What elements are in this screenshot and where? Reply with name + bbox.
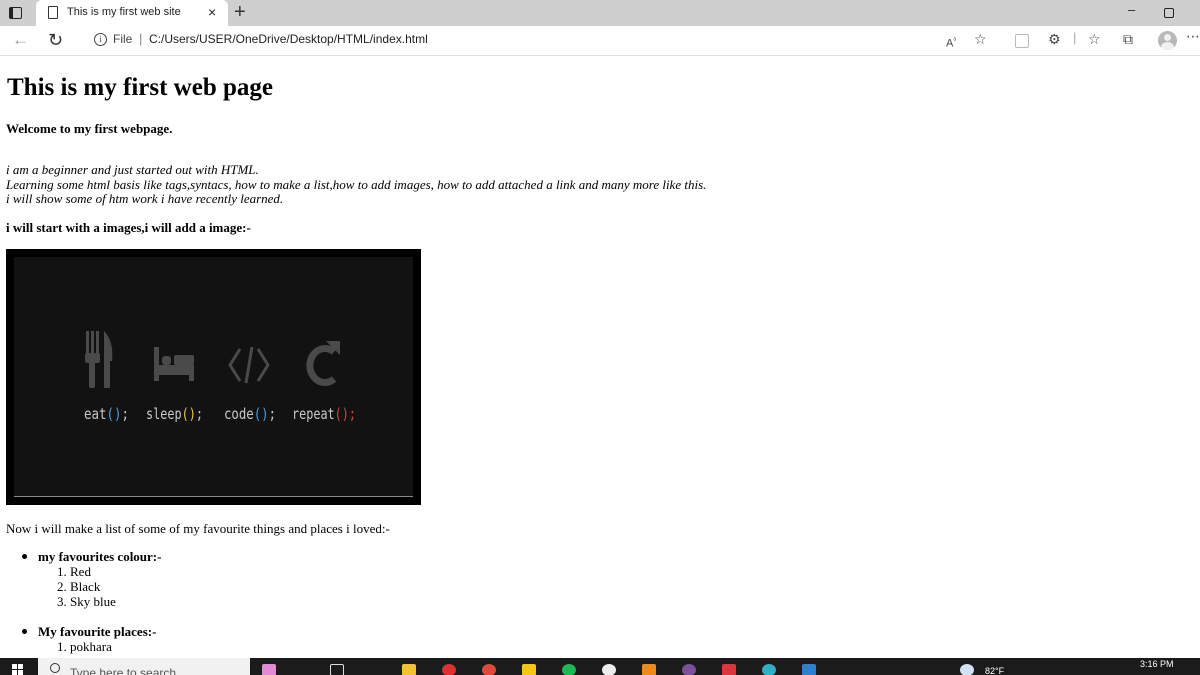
image-heading: i will start with a images,i will add a … [6,220,251,235]
plus-icon[interactable]: + [234,1,246,23]
word-eat: eat [84,405,107,423]
url-text[interactable]: C:/Users/USER/OneDrive/Desktop/HTML/inde… [149,32,428,46]
page-icon [48,6,58,19]
widgets-icon[interactable] [262,664,276,675]
paren-code: () [254,405,269,423]
list-item: my favourites colour:- 1. Red 2. Black 3… [22,549,161,609]
file-explorer-icon[interactable] [402,664,416,675]
favorites-icon[interactable]: ☆ [1088,32,1101,46]
paren-sleep: () [182,405,196,423]
collections-tab-icon[interactable]: ⧉ [1123,32,1133,46]
task-view-icon[interactable] [330,664,344,675]
search-placeholder: Type here to search [70,666,177,675]
more-icon[interactable]: ⋯ [1186,29,1200,43]
minimize-button[interactable]: – [1128,2,1135,17]
intro-paragraph: i am a beginner and just started out wit… [6,162,707,207]
svg-text:repeat();: repeat(); [292,405,356,423]
list-label-places: My favourite places:- [38,624,157,639]
address-bar[interactable]: i File | C:/Users/USER/OneDrive/Desktop/… [82,28,1002,52]
taskbar-search-input[interactable]: Type here to search [38,658,250,675]
word-code: code [224,405,254,423]
mail-icon[interactable] [722,664,736,675]
clock-icon[interactable] [602,664,616,675]
word-repeat: repeat [292,405,335,423]
opera-icon[interactable] [442,664,456,675]
bed-icon [154,347,194,381]
welcome-text: Welcome to my first webpage. [6,121,173,136]
viber-icon[interactable] [682,664,696,675]
intro-line: Learning some html basis like tags,synta… [6,176,707,192]
image-canvas: eat(); sleep(); code(); repeat(); [14,257,413,497]
extensions-icon[interactable]: ⚙ [1048,32,1061,46]
image-graphic: eat(); sleep(); code(); repeat(); [84,331,356,423]
svg-text:code();: code(); [224,405,276,423]
tab-strip: This is my first web site × + – [0,0,1200,26]
paren-eat: () [107,405,122,423]
list-item: My favourite places:- 1. pokhara [22,624,156,654]
page-title: This is my first web page [7,74,273,101]
web-page-content: This is my first web page Welcome to my … [0,56,1200,658]
scheme-label: File [113,32,133,46]
colours-ordered-list: 1. Red 2. Black 3. Sky blue [57,564,180,609]
toolbar-divider: | [1073,30,1077,45]
back-arrow-icon[interactable]: ← [12,30,29,50]
edge-icon[interactable] [762,664,776,675]
paren-repeat: (); [335,405,356,423]
favourites-list: my favourites colour:- 1. Red 2. Black 3… [22,549,161,654]
profile-avatar-icon[interactable] [1158,31,1177,50]
close-icon[interactable]: × [208,4,216,20]
list-label-colours: my favourites colour:- [38,549,162,564]
places-ordered-list: 1. pokhara [57,639,180,654]
windows-taskbar: Type here to search 82°F 3:16 PM [0,658,1200,675]
collections-icon[interactable] [1015,34,1029,48]
repeat-arrow-icon [306,341,340,386]
list-intro: Now i will make a list of some of my fav… [6,521,390,536]
eat-sleep-code-repeat-image: eat(); sleep(); code(); repeat(); [6,249,421,505]
code-brackets-icon [228,346,270,384]
read-aloud-icon[interactable]: Aᵃ [946,34,956,51]
intro-line: i am a beginner and just started out wit… [6,162,259,177]
word-sleep: sleep [146,405,182,423]
separator: | [139,31,143,46]
spotify-icon[interactable] [562,664,576,675]
active-tab[interactable]: This is my first web site × [36,0,228,26]
list-item-pokhara: 1. pokhara [57,639,112,654]
info-icon[interactable]: i [94,33,107,46]
list-item-black: 2. Black [57,579,101,594]
bullet-icon [22,629,27,634]
sublime-icon[interactable] [642,664,656,675]
fork-knife-icon [85,331,113,388]
vscode-icon[interactable] [802,664,816,675]
svg-text:sleep();: sleep(); [146,405,203,423]
bullet-icon [22,554,27,559]
reload-icon[interactable]: ↻ [48,30,63,50]
restore-button[interactable] [1164,8,1174,18]
browser-toolbar: ← ↻ i File | C:/Users/USER/OneDrive/Desk… [0,26,1200,56]
add-favorite-icon[interactable]: ☆ [974,32,987,46]
list-item-sky-blue: 3. Sky blue [57,594,116,609]
tab-actions-icon[interactable] [8,5,24,21]
list-item-red: 1. Red [57,564,91,579]
tab-title: This is my first web site [67,6,181,18]
windows-start-icon[interactable] [12,664,24,675]
svg-text:eat();: eat(); [84,405,129,423]
weather-icon[interactable] [960,664,974,675]
notes-icon[interactable] [522,664,536,675]
weather-temp[interactable]: 82°F [985,666,1004,675]
intro-line: i will show some of htm work i have rece… [6,191,284,206]
chrome-icon[interactable] [482,664,496,675]
search-icon [50,663,60,673]
clock-time[interactable]: 3:16 PM [1140,659,1174,669]
